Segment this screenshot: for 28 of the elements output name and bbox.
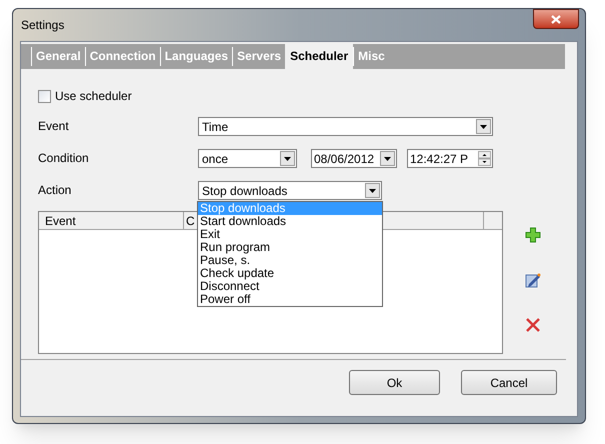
cancel-button[interactable]: Cancel [461, 370, 557, 395]
field-label: Condition [38, 150, 90, 167]
tab[interactable]: Scheduler [285, 44, 354, 69]
date-picker[interactable]: 08/06/2012 [311, 149, 397, 168]
ok-button[interactable]: Ok [349, 370, 440, 395]
dropdown-option[interactable]: Disconnect [198, 280, 382, 293]
time-spinner[interactable]: 12:42:27 P [407, 149, 493, 168]
spinner-arrows-icon [478, 151, 491, 166]
dropdown-option[interactable]: Power off [198, 293, 382, 306]
dropdown-option[interactable]: Run program [198, 241, 382, 254]
action-dropdown[interactable]: Stop downloads [198, 181, 382, 200]
close-button[interactable] [533, 9, 579, 29]
field-label: Event [38, 118, 70, 135]
column-header[interactable]: Event [39, 212, 184, 229]
repeat-dropdown[interactable]: once [198, 149, 297, 168]
event-dropdown[interactable]: Time [198, 117, 493, 136]
field-label: Action [38, 182, 72, 199]
delete-icon[interactable] [525, 317, 541, 333]
add-icon[interactable] [525, 227, 541, 243]
dropdown-option[interactable]: Pause, s. [198, 254, 382, 267]
dropdown-option[interactable]: Start downloads [198, 215, 382, 228]
edit-icon[interactable] [525, 272, 541, 288]
dropdown-option[interactable]: Check update [198, 267, 382, 280]
dropdown-option[interactable]: Exit [198, 228, 382, 241]
checkbox-label: Use scheduler [55, 88, 132, 105]
close-icon [551, 14, 561, 24]
window-title: Settings [21, 17, 64, 34]
checkbox[interactable] [38, 90, 51, 102]
